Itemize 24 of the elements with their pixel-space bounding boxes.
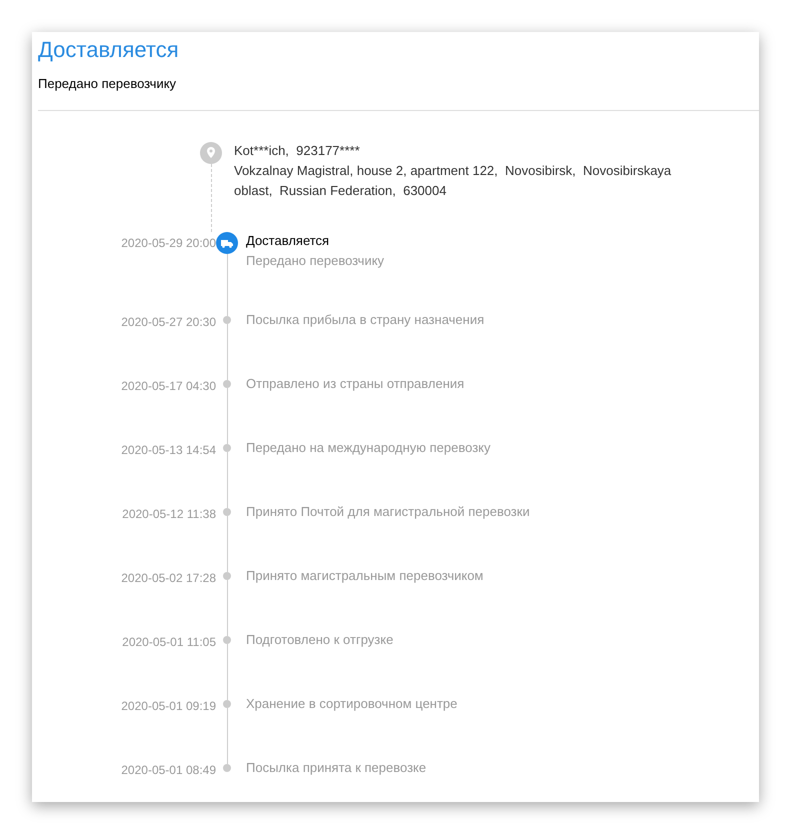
status-subtitle: Передано перевозчику	[38, 75, 178, 93]
event-title: Передано на международную перевозку	[246, 438, 490, 457]
recipient-address: Vokzalnay Magistral, house 2, apartment 122, Novosibirsk, Novosibirskaya oblast, Russian Federation, 630004	[234, 162, 672, 200]
event-title: Принято Почтой для магистральной перевозки	[246, 502, 530, 521]
event-title: Отправлено из страны отправления	[246, 374, 464, 393]
event-time: 2020-05-01 08:49	[121, 762, 216, 778]
event-title: Подготовлено к отгрузке	[246, 630, 394, 649]
event-time: 2020-05-13 14:54	[121, 442, 216, 458]
event-time: 2020-05-27 20:30	[121, 314, 216, 330]
event-time: 2020-05-02 17:28	[121, 570, 216, 586]
truck-icon	[216, 232, 238, 254]
event-time: 2020-05-12 11:38	[122, 506, 216, 522]
event-title: Принято магистральным перевозчиком	[246, 566, 484, 585]
event-subtitle: Передано перевозчику	[246, 252, 384, 270]
event-time: 2020-05-01 11:05	[122, 634, 216, 650]
event-time: 2020-05-29 20:00	[121, 234, 216, 252]
event-time: 2020-05-01 09:19	[121, 698, 216, 714]
event-title: Посылка принята к перевозке	[246, 758, 426, 777]
event-time: 2020-05-17 04:30	[121, 378, 216, 394]
event-title: Доставляется	[246, 232, 330, 250]
status-title: Доставляется	[38, 36, 180, 64]
event-title: Хранение в сортировочном центре	[246, 694, 458, 713]
recipient-contact: Kot***ich, 923177****	[234, 142, 361, 160]
event-title: Посылка прибыла в страну назначения	[246, 310, 484, 329]
